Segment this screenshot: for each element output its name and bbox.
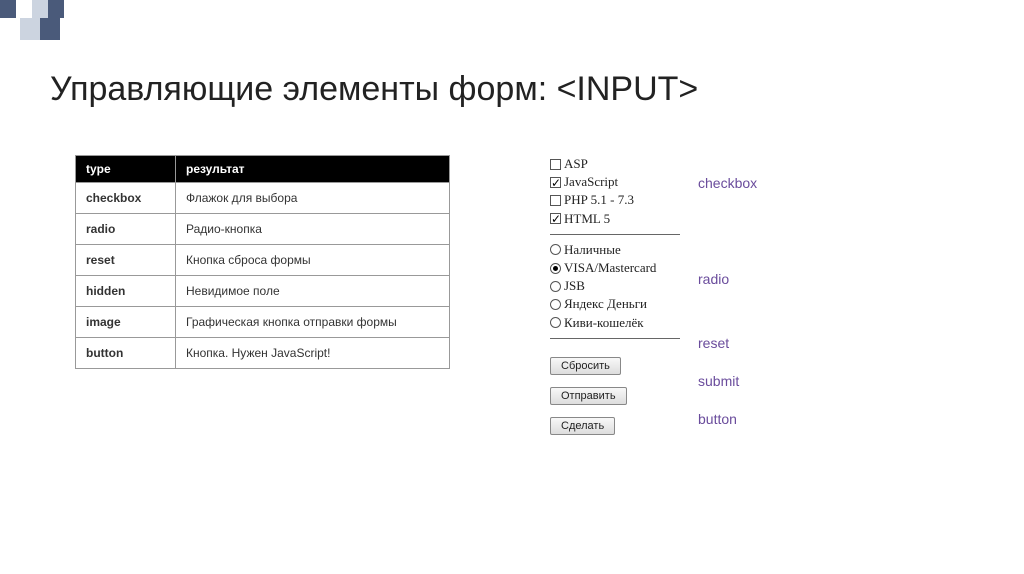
radio-cash[interactable]: Наличные — [550, 241, 680, 259]
separator — [550, 234, 680, 235]
label-radio: radio — [698, 271, 757, 287]
radio-visa[interactable]: VISA/Mastercard — [550, 259, 680, 277]
th-result: результат — [176, 156, 450, 183]
label-button: button — [698, 411, 757, 427]
table-row: hiddenНевидимое поле — [76, 276, 450, 307]
submit-button[interactable]: Отправить — [550, 387, 627, 405]
slide-title: Управляющие элементы форм: <INPUT> — [50, 70, 698, 109]
radio-yandex[interactable]: Яндекс Деньги — [550, 295, 680, 313]
table-row: imageГрафическая кнопка отправки формы — [76, 307, 450, 338]
checkbox-group: ASP JavaScript PHP 5.1 - 7.3 HTML 5 — [550, 155, 680, 228]
types-table: type результат checkboxФлажок для выбора… — [75, 155, 450, 369]
checkbox-html5[interactable]: HTML 5 — [550, 210, 680, 228]
label-checkbox: checkbox — [698, 175, 757, 191]
th-type: type — [76, 156, 176, 183]
table-row: checkboxФлажок для выбора — [76, 183, 450, 214]
label-submit: submit — [698, 373, 757, 389]
radio-qiwi[interactable]: Киви-кошелёк — [550, 314, 680, 332]
form-demo: ASP JavaScript PHP 5.1 - 7.3 HTML 5 Нали… — [550, 155, 680, 435]
types-table-container: type результат checkboxФлажок для выбора… — [75, 155, 450, 435]
table-row: buttonКнопка. Нужен JavaScript! — [76, 338, 450, 369]
table-row: resetКнопка сброса формы — [76, 245, 450, 276]
generic-button[interactable]: Сделать — [550, 417, 615, 435]
separator — [550, 338, 680, 339]
checkbox-asp[interactable]: ASP — [550, 155, 680, 173]
corner-decoration — [0, 0, 80, 40]
label-reset: reset — [698, 335, 757, 351]
checkbox-php[interactable]: PHP 5.1 - 7.3 — [550, 191, 680, 209]
radio-group: Наличные VISA/Mastercard JSB Яндекс День… — [550, 241, 680, 332]
annotation-labels: checkbox radio reset submit button — [698, 155, 757, 427]
radio-jsb[interactable]: JSB — [550, 277, 680, 295]
checkbox-javascript[interactable]: JavaScript — [550, 173, 680, 191]
table-row: radioРадио-кнопка — [76, 214, 450, 245]
reset-button[interactable]: Сбросить — [550, 357, 621, 375]
